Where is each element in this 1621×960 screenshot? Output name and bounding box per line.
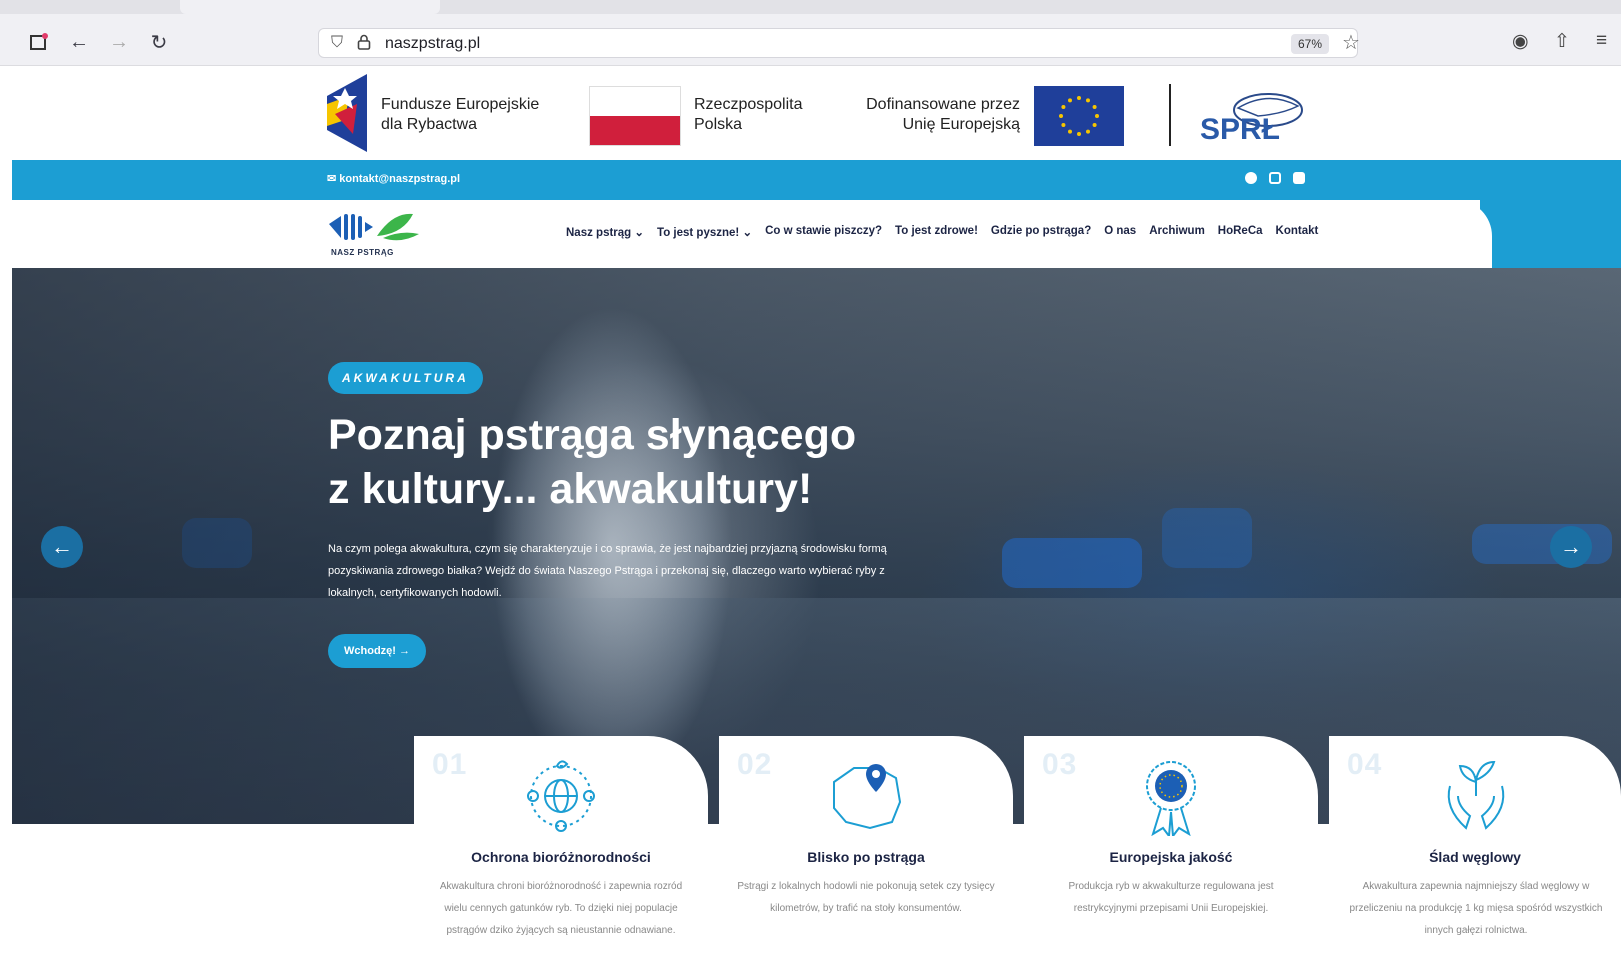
eu-star (1061, 123, 1066, 127)
eu-star (1068, 98, 1072, 103)
eu-star (1077, 132, 1081, 136)
eu-line2: Unię Europejską (902, 116, 1020, 133)
poland-map-pin-icon (833, 764, 902, 830)
card-number: 01 (432, 748, 468, 781)
card-description: Produkcja ryb w akwakulturze regulowana … (1068, 881, 1274, 914)
eu-star (1068, 129, 1072, 134)
card-number: 04 (1347, 748, 1383, 781)
browser-toolbar: ← → ↻ ⛉ naszpstrag.pl 67% ☆ ◉ ⇧ ≡ (0, 0, 1621, 66)
hero-description: Na czym polega akwakultura, czym się cha… (328, 543, 887, 599)
nav-item-kontakt[interactable]: Kontakt (1276, 225, 1319, 239)
banner-divider (1169, 84, 1171, 146)
card-title: Blisko po pstrąga (807, 849, 925, 865)
slider-next-arrow-icon[interactable]: → (1550, 526, 1592, 568)
poland-flag (589, 86, 681, 146)
back-arrow-icon[interactable]: ← (66, 29, 92, 55)
instagram-icon[interactable] (1269, 172, 1281, 184)
contact-email-text[interactable]: kontakt@naszpstrag.pl (339, 173, 460, 185)
eu-star (1092, 105, 1097, 109)
card-title: Ochrona bioróżnorodności (471, 849, 651, 865)
hero-category-badge: AKWAKULTURA (328, 362, 483, 394)
contact-email[interactable]: ✉ kontakt@naszpstrag.pl (327, 172, 460, 185)
hero-cta-button[interactable]: Wchodzę! → (328, 634, 426, 668)
forward-arrow-icon[interactable]: → (106, 29, 132, 55)
feature-card-local: 02 Blisko po pstrąga Pstrągi z lokalnych… (719, 736, 1013, 960)
linkedin-icon[interactable] (1293, 172, 1305, 184)
menu-hamburger-icon[interactable]: ≡ (1596, 30, 1607, 52)
address-bar[interactable]: ⛉ naszpstrag.pl (318, 28, 1358, 58)
card-number: 02 (737, 748, 773, 781)
account-icon[interactable]: ◉ (1512, 30, 1529, 53)
eu-star (1061, 105, 1066, 109)
feature-card-carbon: 04 Ślad węglowy Akwakultura zapewnia naj… (1329, 736, 1621, 960)
sprl-logo: SPRŁ (1198, 84, 1308, 146)
card-title: Europejska jakość (1109, 849, 1233, 865)
globe-biodiversity-icon (527, 760, 595, 832)
contact-strip: ✉ kontakt@naszpstrag.pl (12, 160, 1621, 200)
eu-star (1095, 114, 1099, 118)
card-description: Pstrągi z lokalnych hodowli nie pokonują… (737, 881, 995, 914)
nav-accent-block (1480, 200, 1621, 268)
fundusze-europejskie-logo (327, 74, 367, 152)
extensions-icon[interactable]: ⇧ (1554, 30, 1570, 53)
url-text[interactable]: naszpstrag.pl (385, 35, 480, 53)
nav-item-nasz-pstrag[interactable]: Nasz pstrąg ⌄ (566, 225, 644, 239)
eu-star (1086, 98, 1090, 103)
lock-icon[interactable] (357, 34, 371, 55)
hero-title: Poznaj pstrąga słynącego z kultury... ak… (328, 408, 928, 516)
nav-item-archiwum[interactable]: Archiwum (1149, 225, 1205, 239)
eu-flag (1034, 86, 1124, 146)
main-menu: Nasz pstrąg ⌄ To jest pyszne! ⌄ Co w sta… (566, 225, 1318, 239)
card-description: Akwakultura chroni bioróżnorodność i zap… (439, 881, 683, 936)
nav-item-gdzie-po-pstraga[interactable]: Gdzie po pstrąga? (991, 225, 1091, 239)
eu-funding-text: Dofinansowane przez Unię Europejską (850, 95, 1020, 135)
nav-item-o-nas[interactable]: O nas (1104, 225, 1136, 239)
eu-line1: Dofinansowane przez (866, 96, 1020, 113)
eu-star (1086, 129, 1090, 134)
card-title: Ślad węglowy (1429, 849, 1521, 865)
rp-line2: Polska (694, 116, 743, 133)
nav-item-horeca[interactable]: HoReCa (1218, 225, 1263, 239)
funding-banner (0, 66, 1621, 160)
eu-star (1092, 123, 1097, 127)
fundusze-line1: Fundusze Europejskie (381, 96, 540, 113)
hands-sprout-icon (1447, 760, 1505, 830)
feature-card-quality: 03 Europejska jakość Produkcja ryb w akw… (1024, 736, 1318, 960)
shield-icon[interactable]: ⛉ (331, 34, 343, 52)
fundusze-text: Fundusze Europejskie dla Rybactwa (381, 95, 539, 135)
active-tab[interactable] (180, 0, 440, 14)
card-description: Akwakultura zapewnia najmniejszy ślad wę… (1349, 881, 1603, 936)
eu-star (1077, 96, 1081, 100)
rp-line1: Rzeczpospolita (694, 96, 803, 113)
reload-icon[interactable]: ↻ (146, 29, 172, 55)
eu-quality-rosette-icon (1146, 761, 1196, 836)
facebook-icon[interactable] (1245, 172, 1257, 184)
sprl-text: SPRŁ (1200, 113, 1280, 146)
hero-title-line2: z kultury... akwakultury! (328, 465, 813, 513)
brand-name[interactable]: NASZ PSTRĄG (331, 248, 394, 257)
nav-item-to-jest-pyszne[interactable]: To jest pyszne! ⌄ (657, 225, 752, 239)
bookmark-star-icon[interactable]: ☆ (1342, 30, 1360, 55)
tab-strip (0, 0, 1621, 14)
fundusze-line2: dla Rybactwa (381, 116, 478, 133)
eu-star (1059, 114, 1063, 118)
rzeczpospolita-text: Rzeczpospolita Polska (694, 95, 803, 135)
nav-item-to-jest-zdrowe[interactable]: To jest zdrowe! (895, 225, 978, 239)
hero-title-line1: Poznaj pstrąga słynącego (328, 411, 857, 459)
feature-card-biodiversity: 01 Ochrona bioróżnorodności Akwakultura … (414, 736, 708, 960)
card-number: 03 (1042, 748, 1078, 781)
sidebar-toggle-icon[interactable] (26, 29, 52, 55)
zoom-level-badge[interactable]: 67% (1291, 34, 1330, 54)
nav-item-co-w-stawie[interactable]: Co w stawie piszczy? (765, 225, 882, 239)
slider-prev-arrow-icon[interactable]: ← (41, 526, 83, 568)
